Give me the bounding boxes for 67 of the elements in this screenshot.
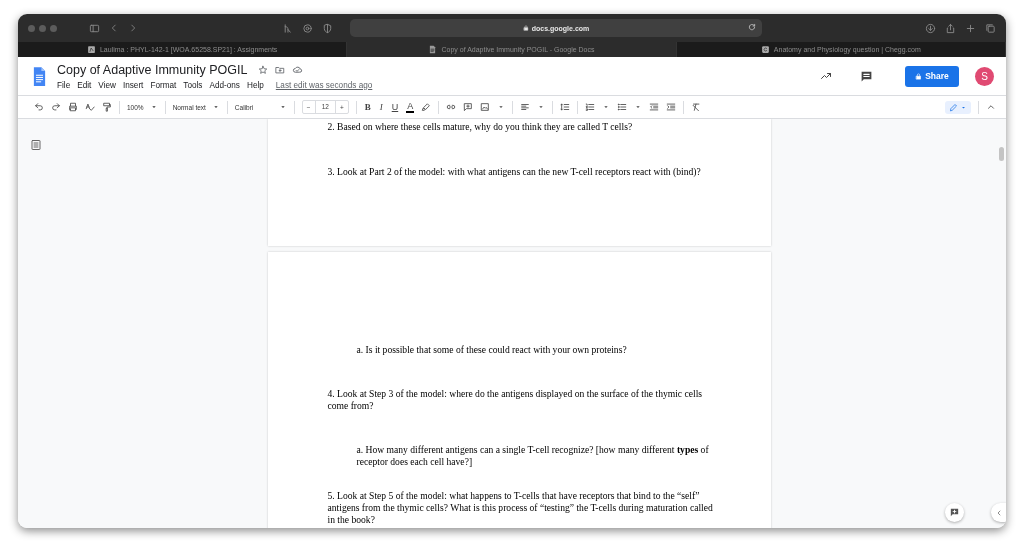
menu-item[interactable]: View (98, 80, 116, 90)
menu-item[interactable]: Edit (77, 80, 92, 90)
comments-icon[interactable] (860, 69, 873, 83)
cloud-icon[interactable] (292, 64, 304, 75)
sub-question-text: a. Is it possible that some of these could react with your own proteins? (355, 344, 628, 356)
back-icon[interactable] (109, 23, 119, 33)
tabs-overview-icon[interactable] (985, 22, 996, 34)
tab-favicon (428, 45, 438, 54)
text-color-button[interactable]: A (406, 101, 415, 113)
side-panel-toggle[interactable] (991, 503, 1006, 522)
tab-favicon (86, 45, 96, 54)
image-icon[interactable] (480, 102, 491, 112)
question-text: 2. Based on where these cells mature, why do you think they are called T cells? (327, 121, 634, 133)
sidebar-icon[interactable] (89, 22, 100, 34)
share-button[interactable]: Share (905, 65, 959, 87)
last-edit-link[interactable]: Last edit was seconds ago (275, 80, 373, 90)
download-icon[interactable] (925, 22, 936, 34)
document-title[interactable]: Copy of Adaptive Immunity POGIL (57, 62, 248, 77)
italic-button[interactable]: I (378, 102, 384, 112)
print-icon[interactable] (68, 102, 78, 112)
link-icon[interactable] (446, 102, 457, 112)
redo-icon[interactable] (51, 102, 61, 112)
window-controls[interactable] (28, 24, 57, 32)
sub-question-text: a. How many different antigens can a single T-cell recognize? [how many different types of receptor does each cell have?] (355, 444, 710, 468)
question-text: 3. Look at Part 2 of the model: with what antigens can the new T-cell receptors react with (bind)? (327, 166, 702, 178)
star-icon[interactable] (258, 64, 269, 75)
pencil-icon (949, 102, 958, 112)
menu-item[interactable]: Help (246, 80, 264, 90)
numbered-list-icon[interactable] (585, 102, 596, 112)
outline-icon[interactable] (30, 139, 42, 151)
question-text: 4. Look at Step 3 of the model: where do the antigens displayed on the surface of the thymic cells come from? (327, 388, 704, 412)
docs-logo-icon[interactable] (32, 64, 47, 88)
reload-icon[interactable] (748, 23, 756, 31)
bulleted-list-icon[interactable] (617, 102, 628, 112)
lock-icon (915, 72, 923, 80)
underline-button[interactable]: U (390, 102, 400, 112)
question-text: 5. Look at Step 5 of the model: what happens to T-cells that have receptors that bind to the “self” antigens from the thymic cells? What is this process of “testing” the T-cells during maturation called in the book? (327, 490, 714, 526)
add-comment-button[interactable] (945, 503, 964, 522)
chevron-left-icon (995, 508, 1003, 517)
bold-button[interactable]: B (363, 102, 372, 112)
menu-item[interactable]: Add-ons (209, 80, 240, 90)
menu-item[interactable]: Tools (183, 80, 203, 90)
lock-icon (522, 25, 529, 31)
spellcheck-icon[interactable] (85, 102, 95, 112)
tab-favicon (760, 45, 770, 54)
align-left-icon[interactable] (520, 102, 531, 112)
add-comment-icon[interactable] (463, 102, 474, 112)
plus-icon[interactable] (965, 22, 976, 34)
forward-icon[interactable] (128, 23, 138, 33)
collapse-caret-icon[interactable] (986, 102, 996, 112)
undo-icon[interactable] (34, 102, 44, 112)
line-spacing-icon[interactable] (560, 102, 571, 112)
menu-item[interactable]: Format (150, 80, 177, 90)
menu-item[interactable]: File (57, 80, 71, 90)
decrease-indent-icon[interactable] (649, 102, 660, 112)
share-icon[interactable] (945, 22, 956, 34)
shield-icon[interactable] (322, 22, 333, 34)
clear-formatting-icon[interactable] (691, 102, 702, 112)
increase-indent-icon[interactable] (666, 102, 677, 112)
paint-format-icon[interactable] (102, 102, 112, 112)
activity-trend-icon[interactable] (820, 70, 832, 82)
menu-item[interactable]: Insert (122, 80, 144, 90)
highlighter-icon[interactable] (421, 102, 432, 112)
folder-icon[interactable] (275, 64, 286, 75)
account-avatar[interactable]: S (975, 66, 994, 86)
scrollbar-thumb[interactable] (999, 147, 1004, 161)
add-comment-icon (949, 507, 960, 518)
